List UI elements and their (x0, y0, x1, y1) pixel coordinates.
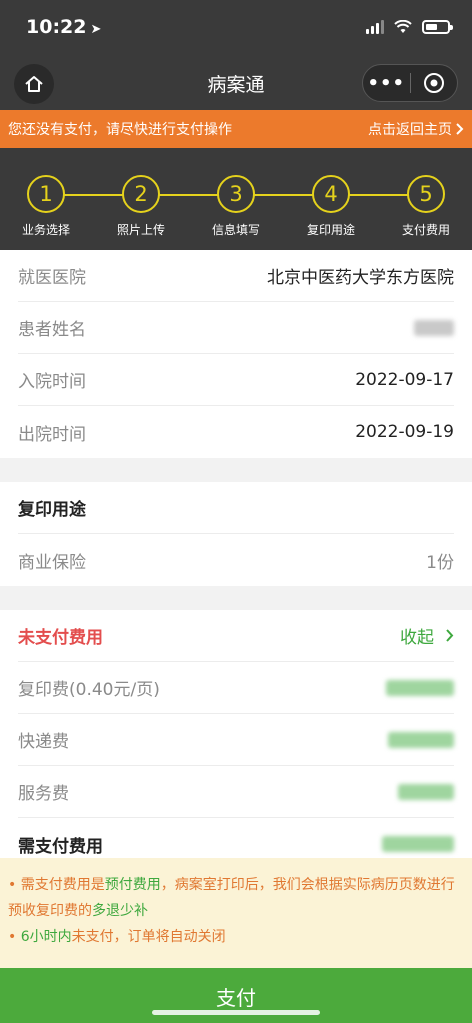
payment-notice: • 需支付费用是预付费用，病案室打印后，我们会根据实际病历页数进行预收复印费的多… (0, 858, 472, 968)
total-label: 需支付费用 (18, 836, 103, 857)
status-icons (366, 20, 453, 34)
redacted-fee-amount (398, 783, 454, 800)
info-value: 2022-09-17 (355, 369, 454, 390)
unpaid-fees-section: 未支付费用 收起 复印费(0.40元/页) 快递费 服务费 需支付费用 (0, 610, 472, 870)
redacted-total-amount (382, 836, 454, 852)
notice-text: • 需支付费用是 (8, 877, 105, 893)
redacted-fee-amount (388, 731, 454, 748)
step-number: 3 (217, 175, 255, 213)
info-key: 患者姓名 (18, 320, 86, 340)
copy-purpose-section: 复印用途 商业保险 1份 (0, 482, 472, 586)
redacted-patient-name (414, 319, 454, 336)
notice-text: 未支付，订单将自动关闭 (71, 929, 226, 945)
step-number: 4 (312, 175, 350, 213)
step-number: 1 (27, 175, 65, 213)
fee-row-service: 服务费 (18, 766, 454, 818)
notice-line-1: • 需支付费用是预付费用，病案室打印后，我们会根据实际病历页数进行预收复印费的多… (8, 872, 464, 924)
notice-line-2: • 6小时内未支付，订单将自动关闭 (8, 924, 464, 950)
step-number: 2 (122, 175, 160, 213)
info-row-patient-name: 患者姓名 (18, 302, 454, 354)
fee-key: 服务费 (18, 784, 69, 804)
step-3: 3 信息填写 (196, 175, 276, 238)
purpose-value: 1份 (426, 552, 454, 573)
purpose-row: 商业保险 1份 (18, 534, 454, 586)
step-label: 复印用途 (306, 223, 355, 237)
fee-key: 快递费 (18, 732, 69, 752)
purpose-key: 商业保险 (18, 552, 86, 573)
step-label: 照片上传 (116, 223, 165, 237)
mini-program-capsule: ••• (362, 64, 458, 102)
section-gap (0, 458, 472, 482)
info-row-hospital: 就医医院 北京中医药大学东方医院 (18, 250, 454, 302)
fee-row-copy: 复印费(0.40元/页) (18, 662, 454, 714)
step-label: 信息填写 (211, 223, 260, 237)
progress-steps: 1 业务选择 2 照片上传 3 信息填写 4 复印用途 5 支付费用 (0, 148, 472, 250)
back-home-label: 点击返回主页 (368, 122, 452, 138)
wifi-icon (394, 20, 412, 33)
section-title: 复印用途 (18, 500, 86, 520)
notice-highlight: 预付费用 (104, 877, 161, 893)
status-bar: 10:22 ➤ (0, 0, 472, 58)
info-value: 北京中医药大学东方医院 (267, 268, 454, 288)
notice-text: • (8, 929, 21, 945)
info-row-admission-date: 入院时间 2022-09-17 (18, 354, 454, 406)
step-5: 5 支付费用 (386, 175, 466, 238)
notice-highlight: 6小时内 (20, 929, 72, 945)
step-label: 支付费用 (401, 223, 450, 237)
warning-text: 您还没有支付，请尽快进行支付操作 (8, 122, 232, 138)
home-indicator (152, 1010, 320, 1015)
back-home-link[interactable]: 点击返回主页 (368, 119, 464, 139)
section-header: 未支付费用 收起 (18, 610, 454, 662)
step-4: 4 复印用途 (291, 175, 371, 238)
fee-key: 复印费(0.40元/页) (18, 680, 160, 700)
payment-warning-banner: 您还没有支付，请尽快进行支付操作 点击返回主页 (0, 110, 472, 148)
info-value: 2022-09-19 (355, 422, 454, 442)
target-icon (423, 73, 444, 93)
section-header: 复印用途 (18, 482, 454, 534)
section-title: 未支付费用 (18, 628, 103, 648)
collapse-label: 收起 (400, 628, 434, 648)
patient-info-section: 就医医院 北京中医药大学东方医院 患者姓名 入院时间 2022-09-17 出院… (0, 250, 472, 458)
redacted-fee-amount (386, 679, 454, 696)
nav-bar: 病案通 ••• (0, 58, 472, 110)
close-mini-program-button[interactable] (411, 72, 458, 94)
info-key: 入院时间 (18, 372, 86, 392)
fee-row-delivery: 快递费 (18, 714, 454, 766)
step-1: 1 业务选择 (6, 175, 86, 238)
chevron-right-icon (446, 629, 454, 642)
section-gap (0, 586, 472, 610)
info-key: 就医医院 (18, 268, 86, 288)
battery-icon (422, 20, 453, 34)
notice-highlight: 多退少补 (92, 903, 148, 919)
collapse-button[interactable]: 收起 (400, 623, 454, 648)
cellular-signal-icon (366, 20, 384, 34)
chevron-right-icon (456, 123, 464, 135)
step-label: 业务选择 (21, 223, 70, 237)
more-button[interactable]: ••• (363, 73, 410, 94)
info-key: 出院时间 (18, 424, 86, 445)
step-number: 5 (407, 175, 445, 213)
location-arrow-icon: ➤ (90, 22, 102, 37)
step-2: 2 照片上传 (101, 175, 181, 238)
status-time: 10:22 ➤ (26, 16, 102, 38)
info-row-discharge-date: 出院时间 2022-09-19 (18, 406, 454, 458)
